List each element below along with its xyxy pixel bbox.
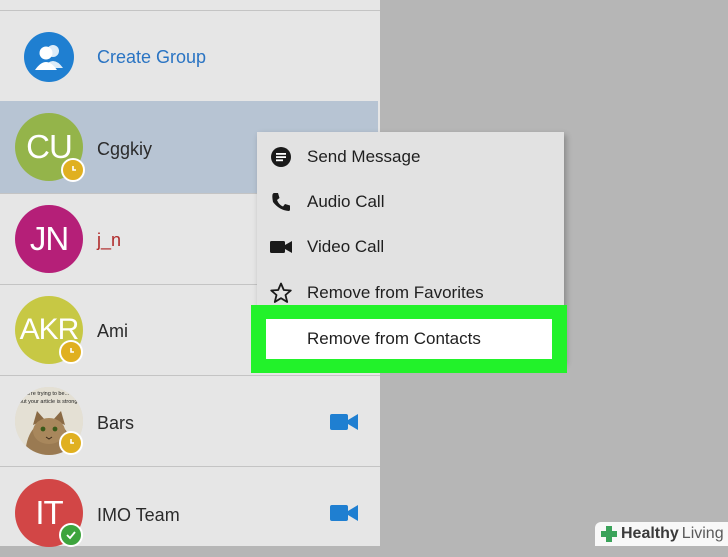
- contact-name: IMO Team: [97, 505, 180, 525]
- video-call-icon[interactable]: [330, 413, 358, 431]
- menu-item-label: Audio Call: [307, 192, 385, 211]
- avatar-caption: you're trying to be...: [21, 391, 70, 397]
- contact-row-bars[interactable]: you're trying to be... out your article …: [0, 376, 378, 466]
- watermark: Healthy Living: [595, 522, 728, 546]
- contact-name: Ami: [97, 321, 128, 341]
- menu-item-label: Send Message: [307, 147, 421, 166]
- avatar-caption: out your article is stronger: [19, 399, 83, 405]
- pending-clock-icon: [59, 340, 83, 364]
- video-camera-icon: [270, 241, 292, 253]
- create-group-row[interactable]: Create Group: [0, 12, 378, 100]
- contact-row-imo-team[interactable]: IT IMO Team: [0, 467, 378, 557]
- menu-item-label: Video Call: [307, 237, 385, 256]
- contact-name: Cggkiy: [97, 139, 153, 159]
- phone-icon: [272, 193, 290, 211]
- video-call-icon[interactable]: [330, 504, 358, 522]
- menu-item-label: Remove from Favorites: [307, 283, 484, 302]
- menu-item-audio-call[interactable]: Audio Call: [257, 178, 564, 224]
- verified-check-icon: [59, 523, 83, 547]
- contact-name: Bars: [97, 413, 135, 433]
- plus-logo-icon: [601, 526, 617, 542]
- menu-item-send-message[interactable]: Send Message: [257, 133, 564, 179]
- divider: [0, 10, 380, 11]
- avatar: JN: [15, 205, 83, 273]
- create-group-label: Create Group: [97, 47, 207, 67]
- group-add-icon: [24, 32, 74, 82]
- contact-name: j_n: [97, 230, 122, 250]
- pending-clock-icon: [59, 431, 83, 455]
- menu-item-video-call[interactable]: Video Call: [257, 223, 564, 269]
- pending-clock-icon: [61, 158, 85, 182]
- star-outline-icon: [270, 282, 292, 303]
- menu-item-label: Remove from Contacts: [307, 329, 481, 348]
- message-icon: [271, 147, 291, 167]
